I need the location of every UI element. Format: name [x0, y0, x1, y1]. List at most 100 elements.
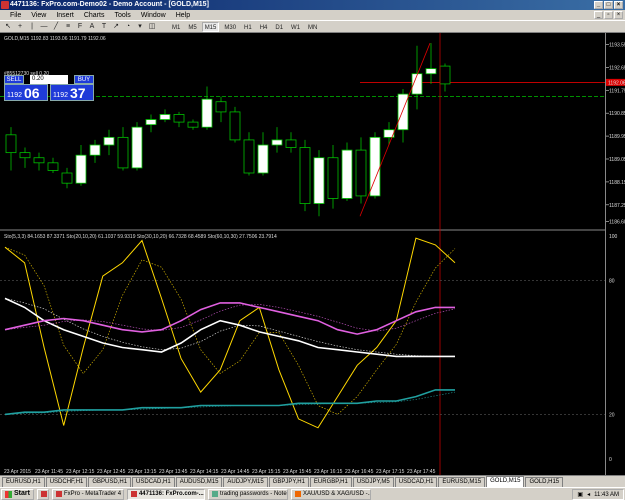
tab-eurusd-m15[interactable]: EURUSD,M15: [438, 477, 486, 487]
candle: [19, 152, 31, 159]
menu-insert[interactable]: Insert: [56, 12, 74, 19]
tab-usdcad-h1-2[interactable]: USDCAD,H1: [394, 477, 438, 487]
candle: [159, 114, 171, 120]
tab-audjpy-m15[interactable]: AUDJPY,M15: [223, 477, 268, 487]
tab-usdjpy-m5[interactable]: USDJPY,M5: [352, 477, 394, 487]
menu-view[interactable]: View: [31, 12, 46, 19]
crosshair-icon[interactable]: +: [15, 22, 25, 32]
tf-w1[interactable]: W1: [288, 22, 303, 32]
candle: [173, 114, 185, 123]
indicator-level-label: 80: [609, 279, 615, 285]
quicklaunch-icon[interactable]: [36, 488, 49, 500]
tab-audusd-m15[interactable]: AUDUSD,M15: [175, 477, 223, 487]
tab-gold-h15[interactable]: GOLD,H15: [525, 477, 564, 487]
task-notepad[interactable]: trading passwords - Notep...: [207, 488, 288, 500]
templates-icon[interactable]: ◫: [147, 22, 157, 32]
candle: [257, 144, 269, 174]
mt4-icon: [130, 491, 137, 497]
title-bar: 4471136: FxPro.com-Demo02 - Demo Account…: [0, 0, 625, 10]
price-scale-canvas: 1193.55 1192.65 1191.75 1190.85 1189.95 1189.…: [606, 42, 625, 463]
task-browser[interactable]: XAU/USD & XAG/USD -...: [290, 488, 371, 500]
tab-usdchf-h1[interactable]: USDCHF,H1: [45, 477, 88, 487]
start-label: Start: [14, 490, 30, 497]
price-label: 1190.85: [609, 111, 625, 117]
indicators-icon[interactable]: ▾: [135, 22, 145, 32]
menu-charts[interactable]: Charts: [84, 12, 105, 19]
tab-gbpjpy-h1[interactable]: GBPJPY,H1: [268, 477, 309, 487]
sell-price[interactable]: 1192 06: [4, 84, 48, 101]
candle: [187, 121, 199, 128]
candle: [425, 68, 437, 75]
text-icon[interactable]: A: [87, 22, 97, 32]
candle: [397, 93, 409, 131]
menu-file[interactable]: File: [10, 12, 21, 19]
label-icon[interactable]: T: [99, 22, 109, 32]
chart-restore-button[interactable]: ▫: [604, 11, 613, 19]
sell-button[interactable]: SELL: [4, 75, 24, 84]
candle: [117, 136, 129, 169]
tf-h4[interactable]: H4: [257, 22, 271, 32]
chart-window[interactable]: GOLD,M15 1192.83 1193.06 1191.79 1192.06…: [0, 33, 605, 475]
candle: [145, 119, 157, 126]
candle: [327, 157, 339, 199]
candle: [285, 139, 297, 148]
browser-icon: [294, 491, 301, 497]
tab-usdcad-h1[interactable]: USDCAD,H1: [132, 477, 175, 487]
price-label: 1186.60: [609, 219, 625, 225]
buy-price-big: 37: [70, 85, 86, 101]
tf-d1[interactable]: D1: [272, 22, 286, 32]
task-chart-window[interactable]: 4471136: FxPro.com-...: [126, 488, 205, 500]
series-line-3: [4, 389, 455, 416]
tf-mn[interactable]: MN: [305, 22, 320, 32]
horizontal-line-icon[interactable]: —: [39, 22, 49, 32]
candle: [61, 172, 73, 184]
candle: [313, 157, 325, 204]
price-label: 1187.25: [609, 203, 625, 209]
start-button[interactable]: Start: [1, 488, 34, 500]
tf-h1[interactable]: H1: [241, 22, 255, 32]
series-line-2: [4, 302, 455, 335]
close-button[interactable]: ×: [614, 1, 623, 9]
candle: [341, 149, 353, 199]
task-metatrader[interactable]: FxPro - MetaTrader 4: [51, 488, 124, 500]
buy-button[interactable]: BUY: [74, 75, 94, 84]
cursor-icon[interactable]: ↖: [3, 22, 13, 32]
menu-tools[interactable]: Tools: [114, 12, 130, 19]
tab-gold-m15[interactable]: GOLD,M15: [486, 476, 525, 487]
price-scale[interactable]: 1193.55 1192.65 1191.75 1190.85 1189.95 1189.…: [605, 33, 625, 475]
arrows-icon[interactable]: ↗: [111, 22, 121, 32]
menu-help[interactable]: Help: [176, 12, 190, 19]
chart-minimize-button[interactable]: _: [594, 11, 603, 19]
chart-close-button[interactable]: ×: [614, 11, 623, 19]
candle: [89, 144, 101, 156]
maximize-button[interactable]: □: [604, 1, 613, 9]
candle: [5, 134, 17, 154]
menu-window[interactable]: Window: [141, 12, 166, 19]
tab-eurgbp-h1[interactable]: EURGBP,H1: [309, 477, 352, 487]
lot-size-input[interactable]: 0.20: [30, 75, 68, 84]
tf-m30[interactable]: M30: [221, 22, 239, 32]
clock-icon[interactable]: ◔: [123, 22, 133, 32]
network-icon[interactable]: ▣: [577, 490, 583, 500]
price-label: 1192.65: [609, 65, 625, 71]
channel-icon[interactable]: ≡: [63, 22, 73, 32]
vertical-line-icon[interactable]: |: [27, 22, 37, 32]
fibonacci-icon[interactable]: F: [75, 22, 85, 32]
tf-m15[interactable]: M15: [201, 21, 220, 32]
series-line-1: [4, 297, 455, 358]
menu-bar: File View Insert Charts Tools Window Hel…: [0, 10, 625, 20]
volume-icon[interactable]: ◂: [587, 490, 590, 500]
candle: [299, 147, 311, 204]
tab-gbpusd-h1[interactable]: GBPUSD,H1: [88, 477, 132, 487]
tab-eurusd-h1[interactable]: EURUSD,H1: [2, 477, 45, 487]
minimize-button[interactable]: _: [594, 1, 603, 9]
tf-m5[interactable]: M5: [185, 22, 199, 32]
price-label: 1191.75: [609, 88, 625, 94]
candle: [229, 111, 241, 141]
buy-price[interactable]: 1192 37: [50, 84, 94, 101]
trendline: [359, 43, 431, 217]
trendline-icon[interactable]: ╱: [51, 22, 61, 32]
tf-m1[interactable]: M1: [169, 22, 183, 32]
one-click-trading-panel: SELL 0.20 BUY 1192 06 1192 37: [4, 75, 96, 103]
candle: [271, 139, 283, 146]
